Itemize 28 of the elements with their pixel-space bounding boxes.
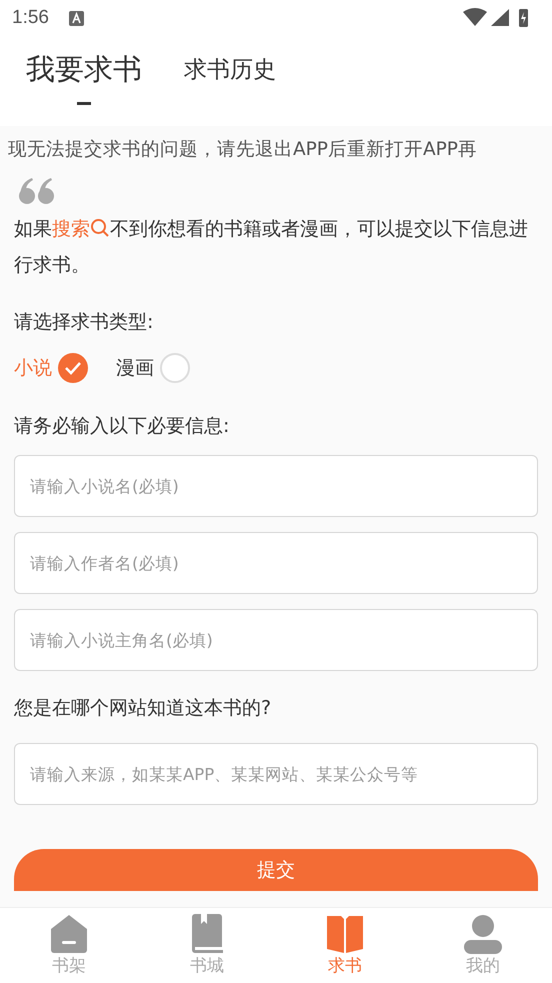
search-icon [90,218,110,238]
status-time: 1:56 [12,7,49,29]
input-field[interactable]: 请输入小说主角名(必填) [14,609,538,671]
keyboard-icon [68,10,84,26]
nav-tab[interactable]: 求书 [276,908,414,983]
tab[interactable]: 我要求书 [26,50,142,105]
nav-tab[interactable]: 书架 [0,908,138,983]
type-option[interactable]: 漫画 [116,353,190,383]
input-field[interactable]: 请输入小说名(必填) [14,455,538,517]
nav-tab[interactable]: 我的 [414,908,552,983]
submit-button[interactable]: 提交 [14,849,538,891]
radio-circle[interactable] [160,353,190,383]
house-icon [49,914,89,954]
person-icon [463,914,503,954]
source-prompt: 您是在哪个网站知道这本书的? [14,696,272,721]
intro-text: 如果搜索 不到你想看的书籍或者漫画，可以提交以下信息进行求书。 [14,217,529,278]
fields-prompt: 请务必输入以下必要信息: [14,414,230,439]
tab[interactable]: 求书历史 [184,50,276,85]
radio-circle[interactable] [58,353,88,383]
open-book-icon [325,914,365,954]
input-field[interactable]: 请输入作者名(必填) [14,532,538,594]
type-prompt: 请选择求书类型: [14,310,154,335]
type-option[interactable]: 小说 [14,353,88,383]
source-input-field[interactable]: 请输入来源，如某某APP、某某网站、某某公众号等 [14,743,538,805]
search-link[interactable]: 搜索 [52,218,110,240]
quote-icon [18,177,56,205]
notice-text: 现无法提交求书的问题，请先退出APP后重新打开APP再 [8,138,478,161]
nav-tab[interactable]: 书城 [138,908,276,983]
